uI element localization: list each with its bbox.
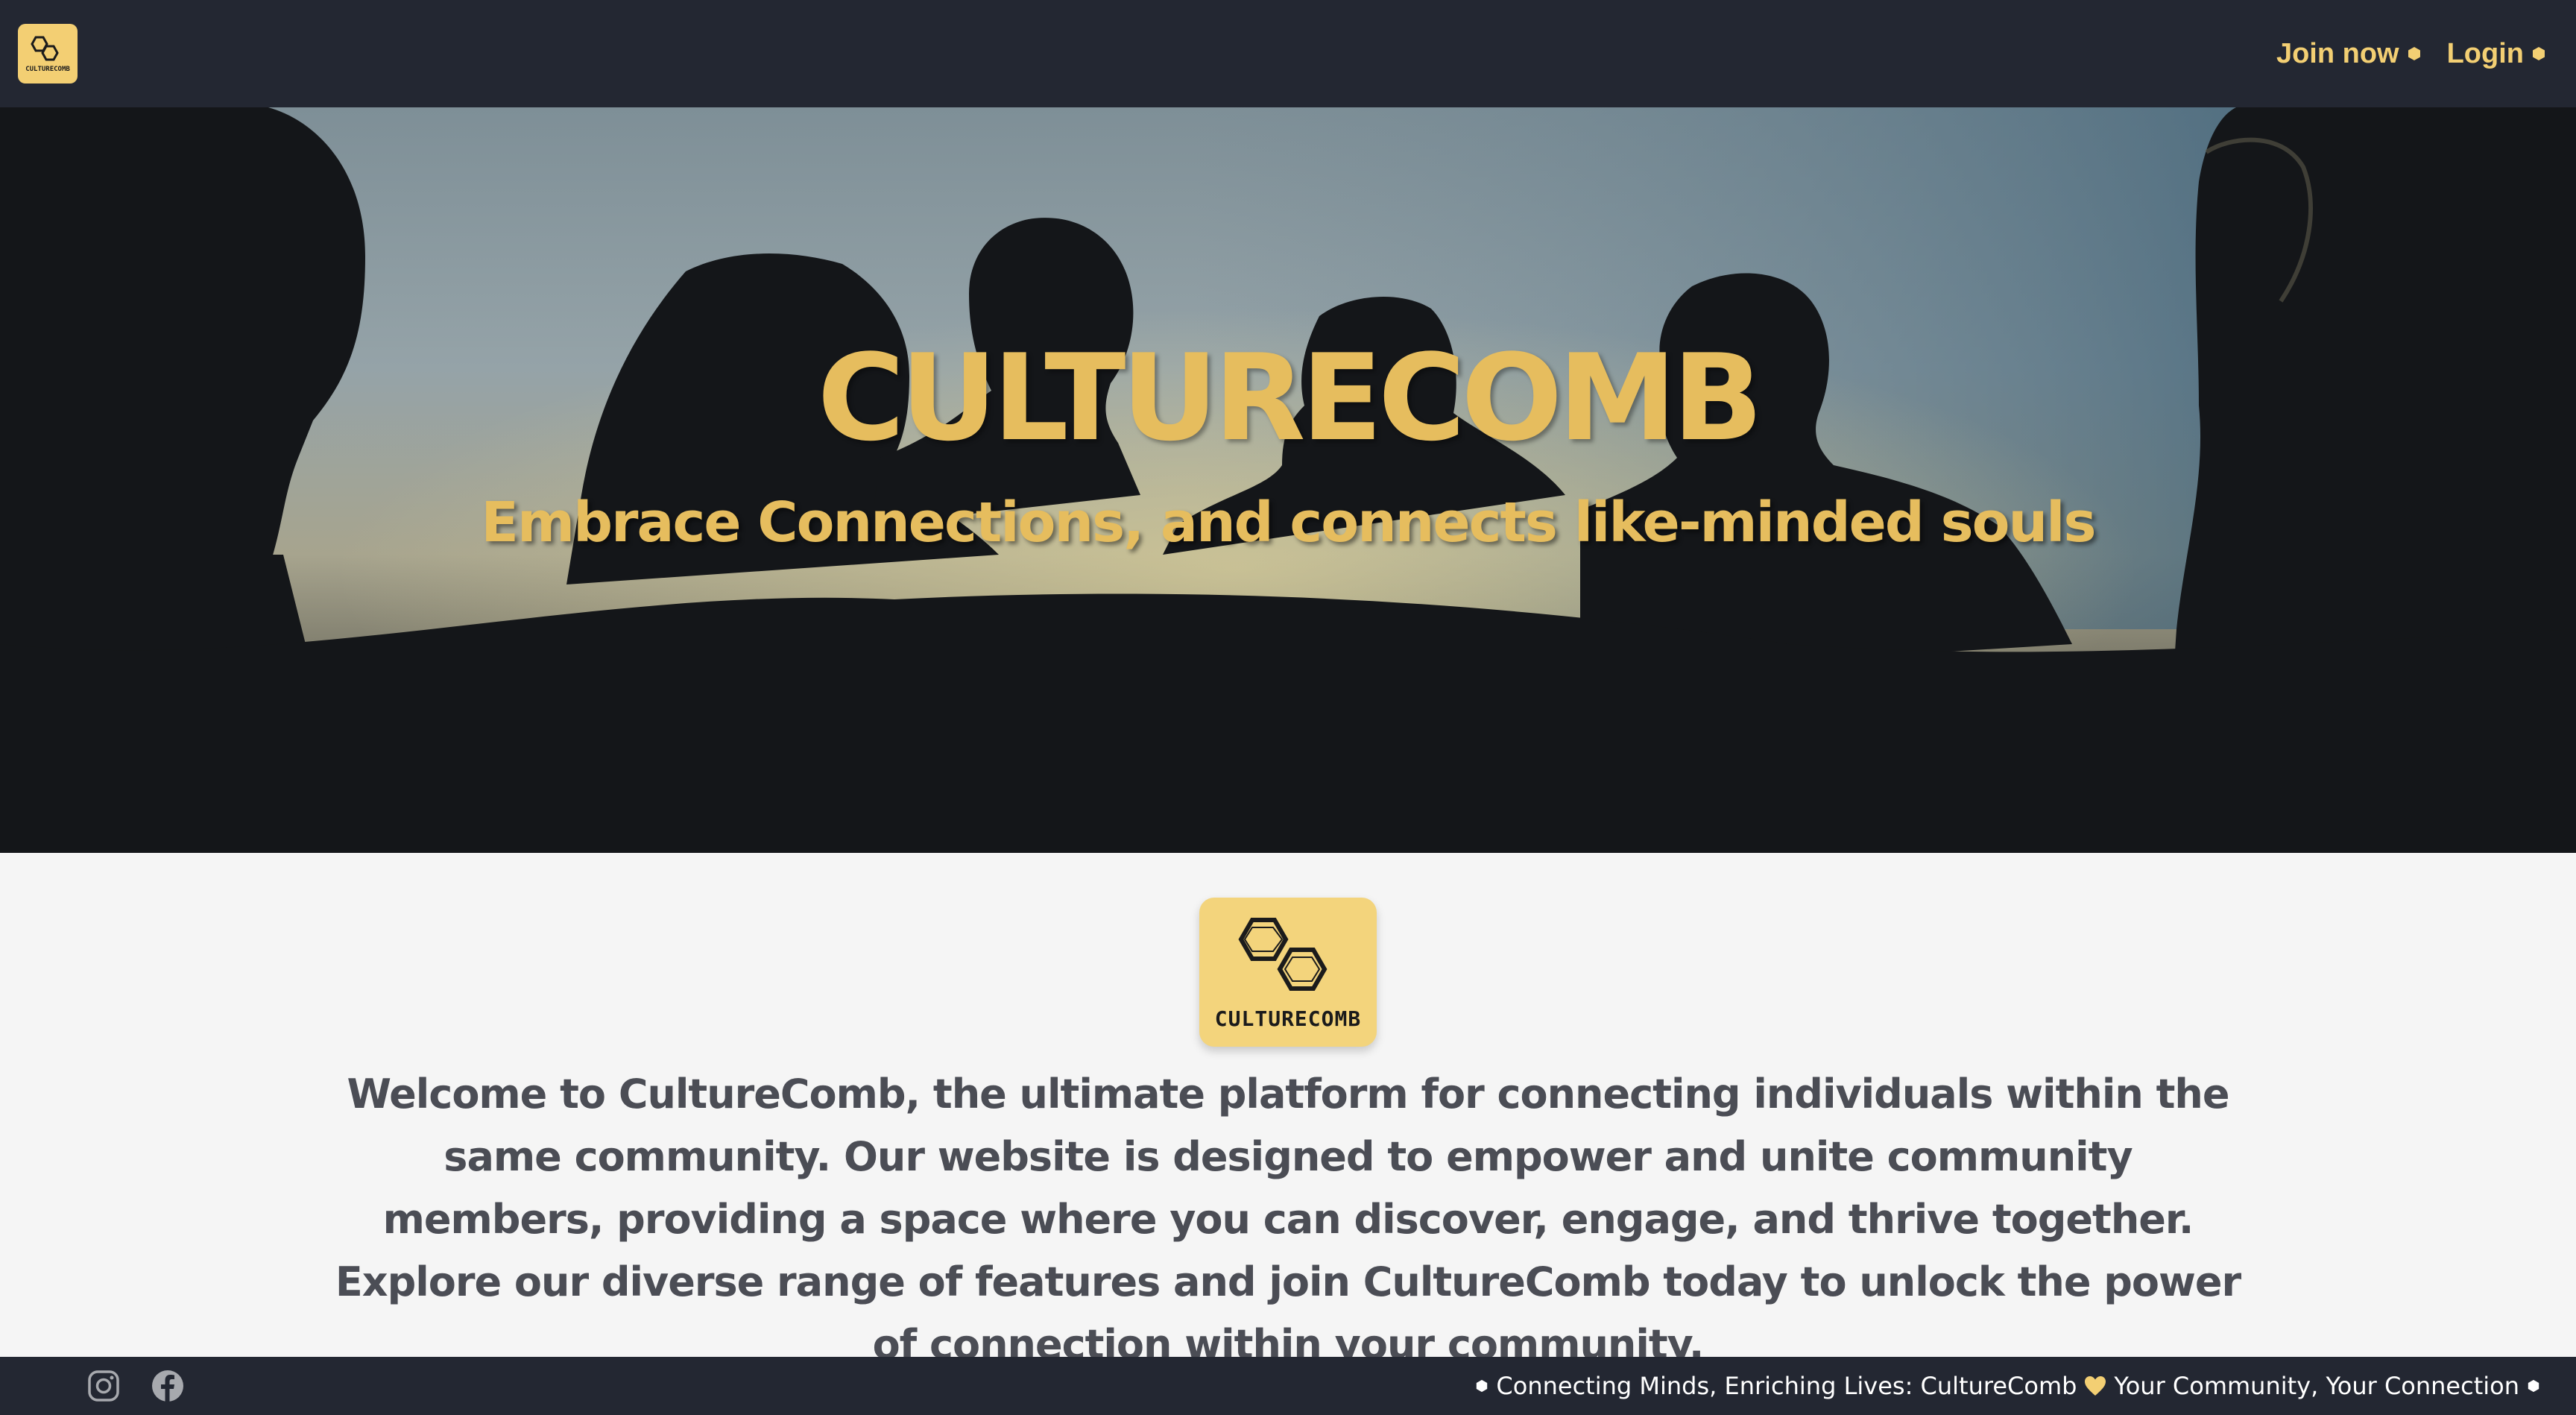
heart-icon — [2085, 1376, 2106, 1396]
footer: Connecting Minds, Enriching Lives: Cultu… — [0, 1357, 2576, 1415]
facebook-icon[interactable] — [151, 1369, 185, 1403]
instagram-icon[interactable] — [86, 1369, 121, 1403]
main-content: CULTURECOMB Welcome to CultureComb, the … — [0, 853, 2576, 1368]
hero-subtitle: Embrace Connections, and connects like-m… — [481, 491, 2096, 555]
hero-banner: CULTURECOMB Embrace Connections, and con… — [0, 107, 2576, 853]
tagline-left: Connecting Minds, Enriching Lives: Cultu… — [1496, 1372, 2077, 1400]
tagline-right: Your Community, Your Connection — [2114, 1372, 2519, 1400]
hexagon-icon — [1477, 1379, 1488, 1393]
nav-logo[interactable]: CULTURECOMB — [18, 24, 78, 83]
honeycomb-logo-icon — [31, 36, 59, 61]
join-now-label: Join now — [2276, 37, 2399, 69]
welcome-paragraph: Welcome to CultureComb, the ultimate pla… — [335, 1071, 2241, 1368]
top-navbar: CULTURECOMB Join now Login — [0, 0, 2576, 107]
hexagon-icon — [2528, 1379, 2539, 1393]
footer-tagline: Connecting Minds, Enriching Lives: Cultu… — [1475, 1372, 2540, 1400]
login-label: Login — [2446, 37, 2524, 69]
join-now-link[interactable]: Join now — [2276, 38, 2422, 70]
hero-background-image — [0, 107, 2576, 853]
center-logo: CULTURECOMB — [1199, 898, 1377, 1047]
nav-logo-text: CULTURECOMB — [25, 66, 70, 73]
hero-title: CULTURECOMB — [817, 328, 1764, 467]
hexagon-icon — [2533, 47, 2545, 60]
center-logo-text: CULTURECOMB — [1214, 1006, 1362, 1031]
social-links — [86, 1369, 185, 1403]
honeycomb-logo-icon — [1238, 917, 1328, 991]
login-link[interactable]: Login — [2447, 38, 2546, 70]
nav-links: Join now Login — [2276, 38, 2546, 70]
hexagon-icon — [2408, 47, 2420, 60]
